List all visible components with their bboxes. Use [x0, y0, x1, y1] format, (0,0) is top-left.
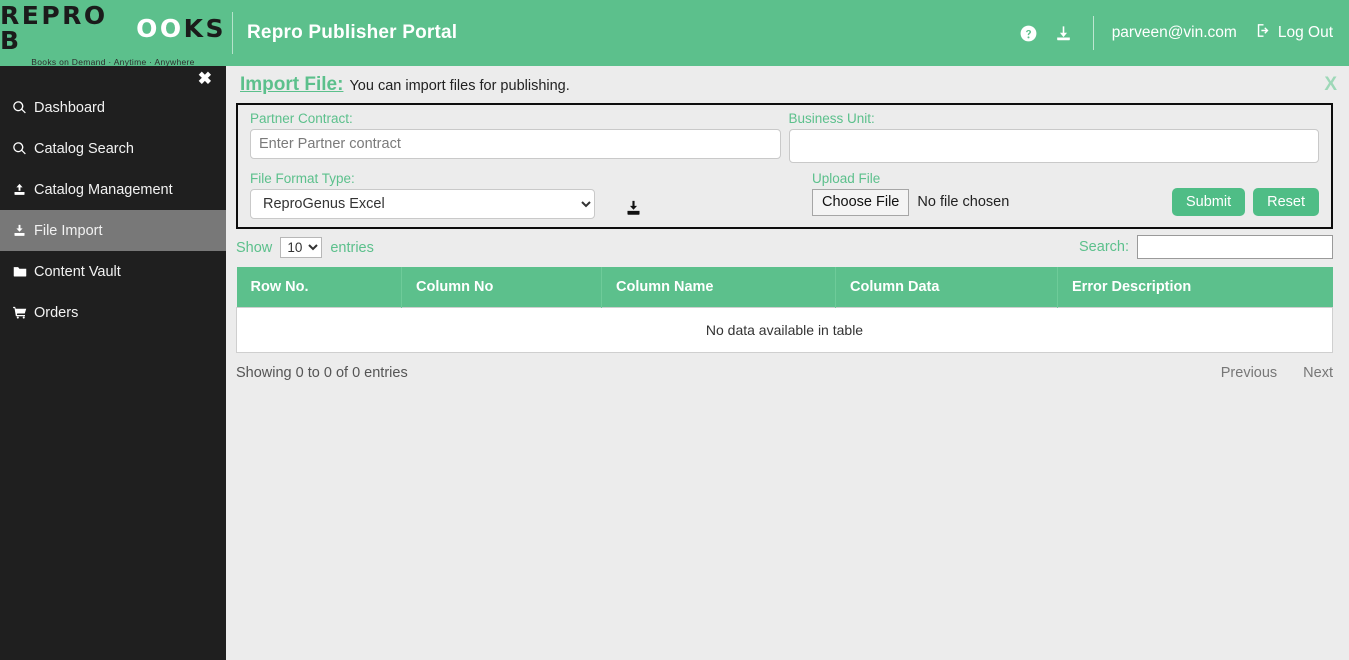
search-label: Search: [1079, 239, 1129, 255]
upload-icon [12, 182, 34, 197]
sidebar-item-label: File Import [34, 223, 103, 239]
entries-per-page-select[interactable]: 10 [280, 237, 322, 258]
sidebar-item-catalog-management[interactable]: Catalog Management [0, 169, 226, 210]
table-body: No data available in table [237, 308, 1333, 353]
sidebar-item-label: Catalog Search [34, 141, 134, 157]
partner-contract-label: Partner Contract: [250, 111, 781, 126]
sidebar-item-label: Catalog Management [34, 182, 173, 198]
header-divider [232, 12, 233, 54]
download-template-icon[interactable] [625, 199, 642, 217]
page-subtitle: You can import files for publishing. [349, 78, 569, 94]
upload-and-actions: Upload File Choose File No file chosen S… [808, 171, 1323, 216]
logo-text-part1: REPRO B [0, 3, 136, 53]
partner-contract-field-group: Partner Contract: [246, 111, 785, 163]
submit-button[interactable]: Submit [1172, 188, 1245, 216]
file-format-group: File Format Type: ReproGenus Excel [246, 171, 808, 219]
upload-file-label: Upload File [812, 171, 1009, 186]
folder-icon [12, 264, 34, 279]
question-circle-icon[interactable] [1019, 24, 1038, 43]
search-icon [12, 100, 34, 115]
table-search: Search: [1079, 235, 1333, 259]
sidebar-item-dashboard[interactable]: Dashboard [0, 87, 226, 128]
upload-file-group: Upload File Choose File No file chosen [812, 171, 1009, 216]
sidebar-item-label: Dashboard [34, 100, 105, 116]
header-actions: parveen@vin.com Log Out [1011, 16, 1349, 50]
download-icon [12, 223, 34, 238]
brand-logo[interactable]: REPRO BOOKS Books on Demand · Anytime · … [0, 0, 226, 66]
file-format-label: File Format Type: [250, 171, 595, 186]
choose-file-button[interactable]: Choose File [812, 189, 909, 216]
entries-info: Showing 0 to 0 of 0 entries [236, 365, 408, 381]
sidebar-item-content-vault[interactable]: Content Vault [0, 251, 226, 292]
column-header-column-name[interactable]: Column Name [602, 267, 836, 308]
main-content: Import File: You can import files for pu… [226, 66, 1349, 660]
header-separator [1093, 16, 1094, 50]
sidebar-item-file-import[interactable]: File Import [0, 210, 226, 251]
top-header: REPRO BOOKS Books on Demand · Anytime · … [0, 0, 1349, 66]
import-form: Partner Contract: Business Unit: File Fo… [236, 103, 1333, 229]
form-action-buttons: Submit Reset [1172, 188, 1319, 216]
sidebar-item-label: Orders [34, 305, 78, 321]
close-icon[interactable]: X [1324, 74, 1337, 96]
show-entries-suffix: entries [330, 240, 374, 256]
download-icon[interactable] [1054, 24, 1073, 43]
table-controls: Show 10 entries Search: [236, 235, 1333, 259]
file-input-row[interactable]: Choose File No file chosen [812, 189, 1009, 216]
logo-text-highlight: OO [136, 16, 184, 41]
show-entries-prefix: Show [236, 240, 272, 256]
portal-title: Repro Publisher Portal [247, 22, 457, 44]
file-format-select[interactable]: ReproGenus Excel [250, 189, 595, 219]
reset-button[interactable]: Reset [1253, 188, 1319, 216]
table-empty-row: No data available in table [237, 308, 1333, 353]
business-unit-field-group: Business Unit: [785, 111, 1324, 163]
user-email[interactable]: parveen@vin.com [1112, 24, 1237, 42]
empty-message: No data available in table [237, 308, 1333, 353]
page-title: Import File: [240, 74, 343, 96]
table-head: Row No. Column No Column Name Column Dat… [237, 267, 1333, 308]
logout-button[interactable]: Log Out [1255, 22, 1333, 44]
form-row-1: Partner Contract: Business Unit: [246, 111, 1323, 163]
table-footer: Showing 0 to 0 of 0 entries Previous Nex… [236, 365, 1333, 381]
file-status-text: No file chosen [917, 194, 1009, 210]
column-header-column-no[interactable]: Column No [402, 267, 602, 308]
partner-contract-input[interactable] [250, 129, 781, 159]
form-row-2: File Format Type: ReproGenus Excel Uploa… [246, 171, 1323, 219]
page-header: Import File: You can import files for pu… [226, 66, 1349, 96]
logo-wordmark: REPRO BOOKS [0, 3, 226, 53]
logo-text-part2: KS [184, 16, 226, 41]
business-unit-label: Business Unit: [789, 111, 1320, 126]
column-header-column-data[interactable]: Column Data [836, 267, 1058, 308]
business-unit-input[interactable] [789, 129, 1320, 163]
column-header-row-no[interactable]: Row No. [237, 267, 402, 308]
sidebar-close-button[interactable]: ✖ [0, 66, 226, 87]
show-entries-control: Show 10 entries [236, 237, 374, 258]
search-input[interactable] [1137, 235, 1333, 259]
sidebar: ✖ Dashboard Catalog Search Catalog Manag… [0, 66, 226, 660]
previous-page-button[interactable]: Previous [1221, 365, 1277, 381]
sidebar-item-orders[interactable]: Orders [0, 292, 226, 333]
table-header-row: Row No. Column No Column Name Column Dat… [237, 267, 1333, 308]
next-page-button[interactable]: Next [1303, 365, 1333, 381]
sidebar-item-label: Content Vault [34, 264, 121, 280]
error-table: Row No. Column No Column Name Column Dat… [236, 267, 1333, 353]
sign-out-icon [1255, 22, 1272, 44]
sidebar-item-catalog-search[interactable]: Catalog Search [0, 128, 226, 169]
search-icon [12, 141, 34, 156]
cart-icon [12, 305, 34, 320]
column-header-error-description[interactable]: Error Description [1058, 267, 1333, 308]
pagination: Previous Next [1221, 365, 1333, 381]
logout-label: Log Out [1278, 24, 1333, 42]
